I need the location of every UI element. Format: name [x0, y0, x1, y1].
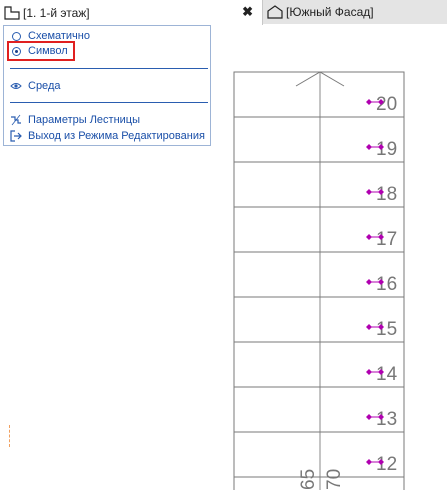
step-number: 13 — [376, 409, 397, 430]
dimension-label: 70 — [324, 469, 345, 490]
tab-south-elevation-label: [Южный Фасад] — [286, 5, 374, 19]
menu-item-environment[interactable]: Среда — [10, 78, 60, 94]
eye-icon — [10, 80, 22, 92]
step-number: 15 — [376, 319, 397, 340]
dimension-label: 65 — [298, 469, 319, 490]
menu-item-stair-settings[interactable]: Параметры Лестницы — [10, 112, 140, 128]
menu-item-environment-label: Среда — [28, 80, 61, 92]
tab-floor-plan[interactable]: [1. 1-й этаж] ✖ — [0, 0, 263, 25]
tab-bar: [1. 1-й этаж] ✖ [Южный Фасад] — [0, 0, 447, 25]
stair-bottom-labels: 65 70 — [298, 469, 345, 490]
floor-plan-icon — [3, 5, 21, 21]
step-number: 14 — [376, 364, 398, 385]
step-number: 12 — [376, 454, 397, 475]
step-number: 17 — [376, 229, 397, 250]
step-number: 19 — [376, 139, 397, 160]
menu-separator — [10, 102, 208, 103]
elevation-house-icon — [266, 4, 284, 20]
stair-context-menu: Схематично Символ Среда Параметры Лестни… — [3, 25, 211, 146]
menu-item-exit-edit[interactable]: Выход из Режима Редактирования — [10, 128, 205, 144]
tab-floor-plan-label: [1. 1-й этаж] — [23, 5, 90, 20]
menu-item-stair-settings-label: Параметры Лестницы — [28, 114, 140, 126]
exit-icon — [10, 130, 22, 142]
scroll-indicator — [9, 425, 12, 447]
tab-south-elevation[interactable]: [Южный Фасад] — [263, 0, 447, 24]
step-number: 18 — [376, 184, 397, 205]
menu-item-exit-edit-label: Выход из Режима Редактирования — [28, 130, 205, 142]
step-number: 20 — [376, 94, 397, 115]
close-tab-icon[interactable]: ✖ — [242, 4, 253, 20]
menu-separator — [10, 68, 208, 69]
stair-settings-icon — [10, 114, 22, 126]
highlight-box — [7, 41, 75, 61]
step-number: 16 — [376, 274, 397, 295]
stair-steps: 20 19 18 17 16 15 14 13 12 — [234, 94, 404, 478]
